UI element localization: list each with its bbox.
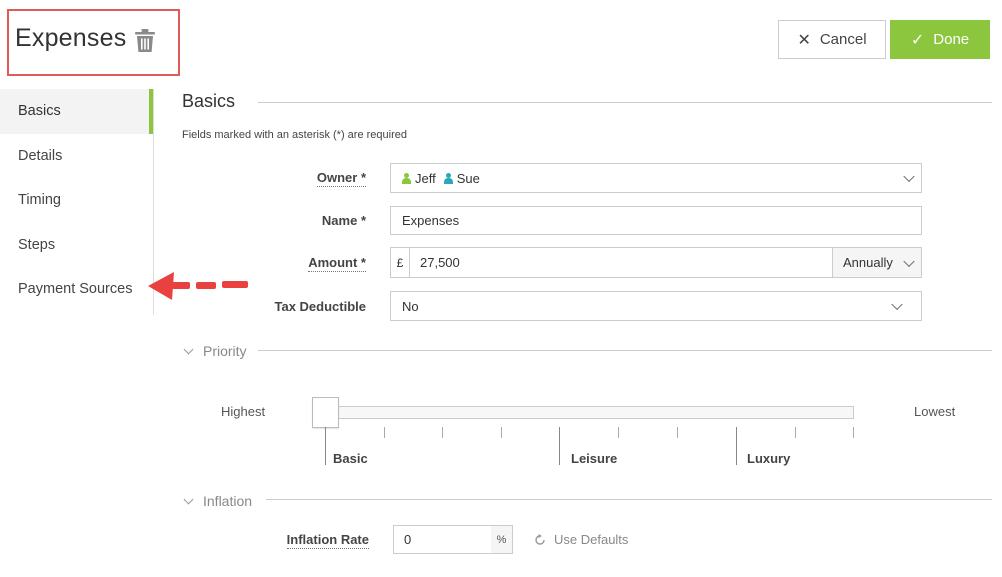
tax-deductible-value: No — [402, 298, 419, 314]
name-label: Name * — [321, 213, 366, 228]
inflation-divider — [266, 499, 992, 500]
priority-divider — [258, 350, 992, 351]
use-defaults-button[interactable]: Use Defaults — [534, 532, 628, 547]
currency-symbol: £ — [390, 247, 409, 278]
cancel-button[interactable]: ✕ Cancel — [778, 20, 886, 59]
owner-jeff: Jeff — [415, 170, 436, 186]
amount-value: 27,500 — [420, 255, 460, 270]
inflation-toggle[interactable]: Inflation — [183, 493, 253, 509]
trash-icon[interactable] — [134, 28, 156, 53]
chevron-down-icon — [183, 494, 194, 504]
use-defaults-label: Use Defaults — [554, 532, 629, 547]
name-value: Expenses — [402, 213, 460, 228]
sidebar-item-payment-sources[interactable]: Payment Sources — [0, 267, 154, 312]
chevron-down-icon — [891, 298, 903, 311]
sidebar-nav: Basics Details Timing Steps Payment Sour… — [0, 89, 154, 312]
slider-tick-label-basic: Basic — [333, 451, 368, 466]
sidebar-item-timing[interactable]: Timing — [0, 178, 154, 223]
check-icon: ✓ — [910, 31, 925, 49]
page-title: Expenses — [15, 24, 127, 52]
sidebar-item-label: Details — [18, 147, 63, 164]
person-icon — [443, 172, 453, 184]
slider-tick — [795, 427, 796, 438]
priority-slider-handle[interactable] — [312, 397, 339, 428]
chevron-down-icon — [183, 344, 194, 354]
slider-tick — [384, 427, 385, 438]
sidebar-item-label: Basics — [18, 103, 61, 120]
priority-toggle[interactable]: Priority — [183, 343, 247, 359]
sidebar-item-steps[interactable]: Steps — [0, 223, 154, 268]
person-icon — [402, 172, 411, 184]
close-icon: ✕ — [797, 31, 811, 49]
inflation-heading: Inflation — [203, 493, 253, 509]
priority-heading: Priority — [203, 343, 247, 359]
slider-tick — [559, 427, 560, 465]
owner-sue: Sue — [456, 170, 480, 186]
sidebar-item-details[interactable]: Details — [0, 134, 154, 179]
inflation-rate-label: Inflation Rate — [286, 532, 369, 549]
slider-tick-label-leisure: Leisure — [571, 451, 618, 466]
percent-unit: % — [491, 525, 513, 554]
required-note: Fields marked with an asterisk (*) are r… — [182, 129, 407, 141]
slider-min-label: Highest — [221, 404, 266, 419]
slider-max-label: Lowest — [914, 404, 956, 419]
tax-deductible-select[interactable]: No — [390, 291, 922, 321]
slider-tick — [677, 427, 678, 438]
chevron-down-icon — [903, 170, 915, 183]
amount-input[interactable]: 27,500 — [409, 247, 833, 278]
slider-tick — [853, 427, 854, 438]
frequency-select[interactable]: Annually — [832, 247, 922, 278]
inflation-rate-input[interactable]: 0 — [393, 525, 492, 554]
cancel-button-label: Cancel — [819, 31, 867, 48]
amount-label: Amount * — [308, 255, 366, 272]
priority-slider-track[interactable] — [322, 406, 854, 419]
chevron-down-icon — [903, 255, 915, 267]
tax-deductible-label: Tax Deductible — [274, 299, 366, 314]
sidebar-item-label: Payment Sources — [18, 281, 133, 298]
frequency-value: Annually — [843, 255, 893, 270]
sidebar-item-label: Steps — [18, 236, 56, 253]
slider-tick-label-luxury: Luxury — [747, 451, 791, 466]
refresh-icon — [535, 533, 545, 545]
owner-label: Owner * — [316, 170, 366, 187]
sidebar-item-basics[interactable]: Basics — [0, 89, 154, 134]
sidebar-item-label: Timing — [18, 192, 61, 209]
inflation-rate-value: 0 — [404, 532, 412, 547]
slider-tick — [325, 427, 326, 465]
section-divider — [258, 102, 992, 103]
section-title: Basics — [182, 91, 236, 111]
annotation-arrow-icon — [148, 272, 248, 300]
done-button-label: Done — [933, 31, 970, 48]
slider-tick — [442, 427, 443, 438]
slider-tick — [618, 427, 619, 438]
slider-tick — [736, 427, 737, 465]
slider-tick — [501, 427, 502, 438]
name-input[interactable]: Expenses — [390, 206, 922, 235]
done-button[interactable]: ✓ Done — [890, 20, 990, 59]
owner-select[interactable]: Jeff Sue — [390, 163, 922, 193]
